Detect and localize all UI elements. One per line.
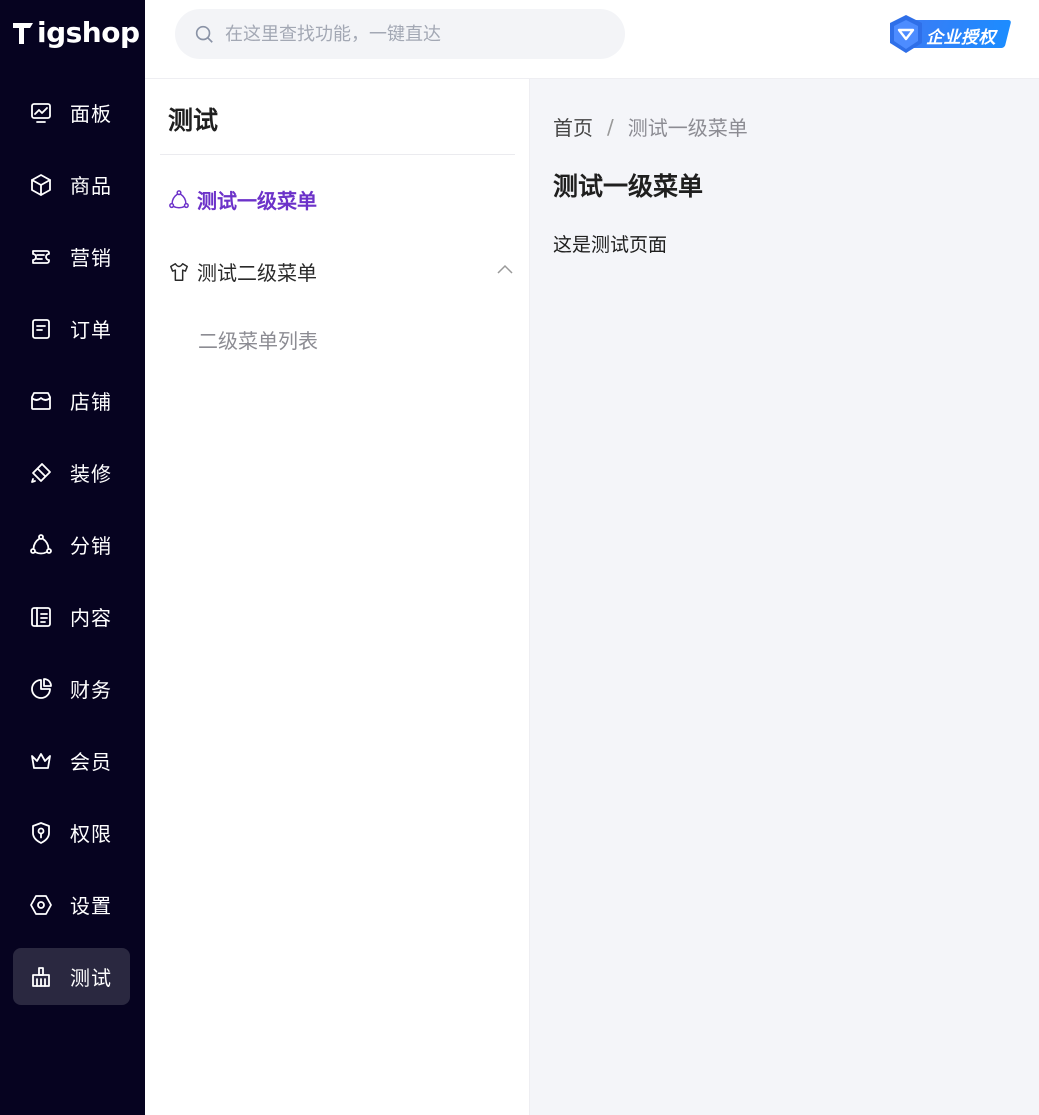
sidebar-item-label: 测试: [70, 966, 112, 990]
hex-settings-icon: [29, 893, 53, 917]
breadcrumb-separator: /: [607, 114, 614, 139]
page-title: 测试一级菜单: [553, 172, 704, 201]
submenu-item-test-level1[interactable]: 测试一级菜单: [168, 185, 317, 214]
badge-label: 企业授权: [926, 28, 996, 48]
logo-icon: [12, 18, 36, 46]
broom-icon: [29, 965, 53, 989]
sidebar-item-label: 设置: [70, 894, 112, 918]
sidebar-item-test[interactable]: 测试: [13, 948, 130, 1005]
sidebar-item-label: 店铺: [70, 390, 112, 414]
sidebar-item-label: 会员: [70, 750, 112, 774]
search-box[interactable]: [175, 9, 625, 59]
submenu-panel: 测试 测试一级菜单 测试二级菜单 二级菜单列表: [145, 79, 530, 1115]
sidebar-item-members[interactable]: 会员: [13, 732, 130, 789]
sidebar-item-label: 订单: [70, 318, 112, 342]
breadcrumb-current: 测试一级菜单: [627, 116, 748, 140]
sidebar-item-decoration[interactable]: 装修: [13, 444, 130, 501]
sidebar-item-finance[interactable]: 财务: [13, 660, 130, 717]
sidebar-item-goods[interactable]: 商品: [13, 156, 130, 213]
submenu-divider: [160, 154, 515, 155]
crown-icon: [29, 749, 53, 773]
enterprise-license-badge[interactable]: 企业授权: [888, 14, 1012, 54]
submenu-child-list[interactable]: 二级菜单列表: [198, 325, 318, 354]
sidebar-item-orders[interactable]: 订单: [13, 300, 130, 357]
page-body-text: 这是测试页面: [553, 234, 668, 256]
breadcrumb-home-link[interactable]: 首页: [553, 112, 593, 141]
dashboard-icon: [29, 101, 53, 125]
sidebar-item-label: 分销: [70, 534, 112, 558]
submenu-title: 测试: [168, 106, 219, 135]
search-input[interactable]: [225, 23, 605, 45]
diamond-shield-icon: [890, 15, 922, 53]
submenu-item-test-level2[interactable]: 测试二级菜单: [168, 257, 317, 286]
share-icon: [29, 533, 53, 557]
sidebar-item-label: 权限: [70, 822, 112, 846]
sidebar-item-marketing[interactable]: 营销: [13, 228, 130, 285]
main-content: 首页 / 测试一级菜单 测试一级菜单 这是测试页面: [530, 79, 1039, 1115]
shield-key-icon: [29, 821, 53, 845]
sidebar-item-label: 装修: [70, 462, 112, 486]
sidebar-nav: 面板 商品 营销 订单 店铺 装修 分销 内容 财务 会员 权限 设置 测试: [13, 84, 130, 1020]
sidebar-item-label: 营销: [70, 246, 112, 270]
pie-icon: [29, 677, 53, 701]
share-icon: [169, 189, 189, 209]
submenu-item-label: 测试二级菜单: [197, 261, 317, 285]
logo-text: igshop: [37, 15, 140, 49]
ticket-icon: [29, 245, 53, 269]
sidebar-item-store[interactable]: 店铺: [13, 372, 130, 429]
search-icon: [195, 25, 213, 43]
main-sidebar: igshop 面板 商品 营销 订单 店铺 装修 分销 内容 财务 会员 权限 …: [0, 0, 145, 1115]
top-bar: 企业授权: [145, 0, 1039, 79]
app-logo[interactable]: igshop: [12, 14, 140, 50]
sidebar-item-label: 内容: [70, 606, 112, 630]
sidebar-item-label: 面板: [70, 102, 112, 126]
box-icon: [29, 173, 53, 197]
sidebar-item-distribution[interactable]: 分销: [13, 516, 130, 573]
shirt-icon: [170, 262, 188, 281]
sidebar-item-label: 财务: [70, 678, 112, 702]
content-icon: [29, 605, 53, 629]
submenu-item-label: 测试一级菜单: [197, 189, 317, 213]
sidebar-item-label: 商品: [70, 174, 112, 198]
sidebar-item-dashboard[interactable]: 面板: [13, 84, 130, 141]
sidebar-item-content[interactable]: 内容: [13, 588, 130, 645]
breadcrumb: 首页 / 测试一级菜单: [553, 112, 748, 141]
store-icon: [29, 389, 53, 413]
sidebar-item-settings[interactable]: 设置: [13, 876, 130, 933]
paint-icon: [29, 461, 53, 485]
sidebar-item-permissions[interactable]: 权限: [13, 804, 130, 861]
app-root: igshop 面板 商品 营销 订单 店铺 装修 分销 内容 财务 会员 权限 …: [0, 0, 1039, 1115]
order-icon: [29, 317, 53, 341]
chevron-up-icon[interactable]: [495, 260, 515, 280]
